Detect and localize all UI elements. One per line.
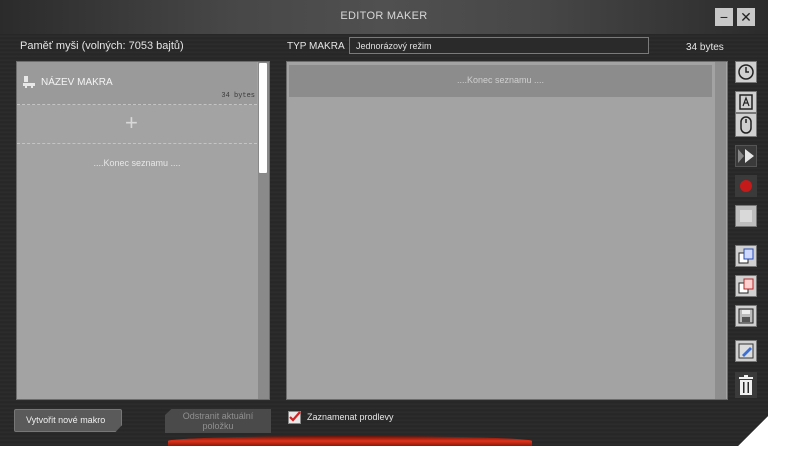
save-button[interactable] xyxy=(735,305,757,327)
stop-icon xyxy=(740,210,752,222)
event-list-end-row: ....Konec seznamu .... xyxy=(289,65,712,97)
paste-icon xyxy=(738,278,754,294)
checkmark-icon xyxy=(289,411,301,422)
macro-name: NÁZEV MAKRA xyxy=(41,77,113,88)
event-list-panel: ....Konec seznamu .... xyxy=(286,61,728,400)
insert-delay-button[interactable] xyxy=(735,61,757,83)
macro-list-scroll-thumb[interactable] xyxy=(258,62,268,174)
macro-type-select[interactable]: Jednorázový režim xyxy=(349,37,649,54)
save-icon xyxy=(738,308,754,324)
close-icon: ✕ xyxy=(740,9,752,25)
event-list-end: ....Konec seznamu .... xyxy=(456,75,545,85)
edit-button[interactable] xyxy=(735,340,757,362)
window-title: EDITOR MAKER xyxy=(340,10,428,22)
copy-button[interactable] xyxy=(735,245,757,267)
remove-item-button[interactable]: Odstranit aktuální položku xyxy=(165,409,271,433)
macro-bytes: 34 bytes xyxy=(221,92,255,100)
remove-item-label-line1: Odstranit aktuální xyxy=(182,411,254,421)
delete-button[interactable] xyxy=(735,372,757,398)
memory-label: Paměť myši (volných: 7053 bajtů) xyxy=(20,40,184,52)
stop-button[interactable] xyxy=(735,205,757,227)
event-list-scrollbar[interactable] xyxy=(715,62,726,399)
accent-bar xyxy=(168,436,532,446)
mouse-icon xyxy=(740,116,752,134)
macro-type-label: TYP MAKRA xyxy=(287,41,345,52)
record-delays-label: Zaznamenat prodlevy xyxy=(307,412,394,422)
keyboard-icon xyxy=(739,94,753,110)
title-bar[interactable]: EDITOR MAKER xyxy=(0,0,768,34)
record-button[interactable] xyxy=(735,175,757,197)
remove-item-label-line2: položku xyxy=(202,421,234,431)
minimize-button[interactable]: − xyxy=(715,8,733,26)
record-icon xyxy=(740,180,752,192)
editor-maker-window: EDITOR MAKER − ✕ Paměť myši (volných: 70… xyxy=(0,0,768,446)
edit-icon xyxy=(738,343,754,359)
insert-key-button[interactable] xyxy=(735,91,757,113)
play-macro-button[interactable] xyxy=(735,145,757,167)
paste-button[interactable] xyxy=(735,275,757,297)
copy-icon xyxy=(738,248,754,264)
insert-mouse-button[interactable] xyxy=(735,113,757,137)
play-icon xyxy=(738,149,754,163)
macro-icon xyxy=(23,76,35,88)
record-delays-checkbox[interactable] xyxy=(288,411,301,424)
add-macro-row[interactable]: + xyxy=(17,105,257,144)
minimize-icon: − xyxy=(719,9,729,25)
macro-list-item[interactable]: NÁZEV MAKRA 34 bytes xyxy=(17,62,257,105)
create-macro-button[interactable]: Vytvořit nové makro xyxy=(14,409,122,432)
plus-icon: + xyxy=(125,110,138,135)
macro-list-panel: NÁZEV MAKRA 34 bytes + ....Konec seznamu… xyxy=(16,61,270,400)
macro-list-end: ....Konec seznamu .... xyxy=(93,158,181,168)
trash-icon xyxy=(739,375,753,395)
close-button[interactable]: ✕ xyxy=(737,8,755,26)
macro-size-label: 34 bytes xyxy=(686,42,724,53)
clock-icon xyxy=(738,64,754,80)
